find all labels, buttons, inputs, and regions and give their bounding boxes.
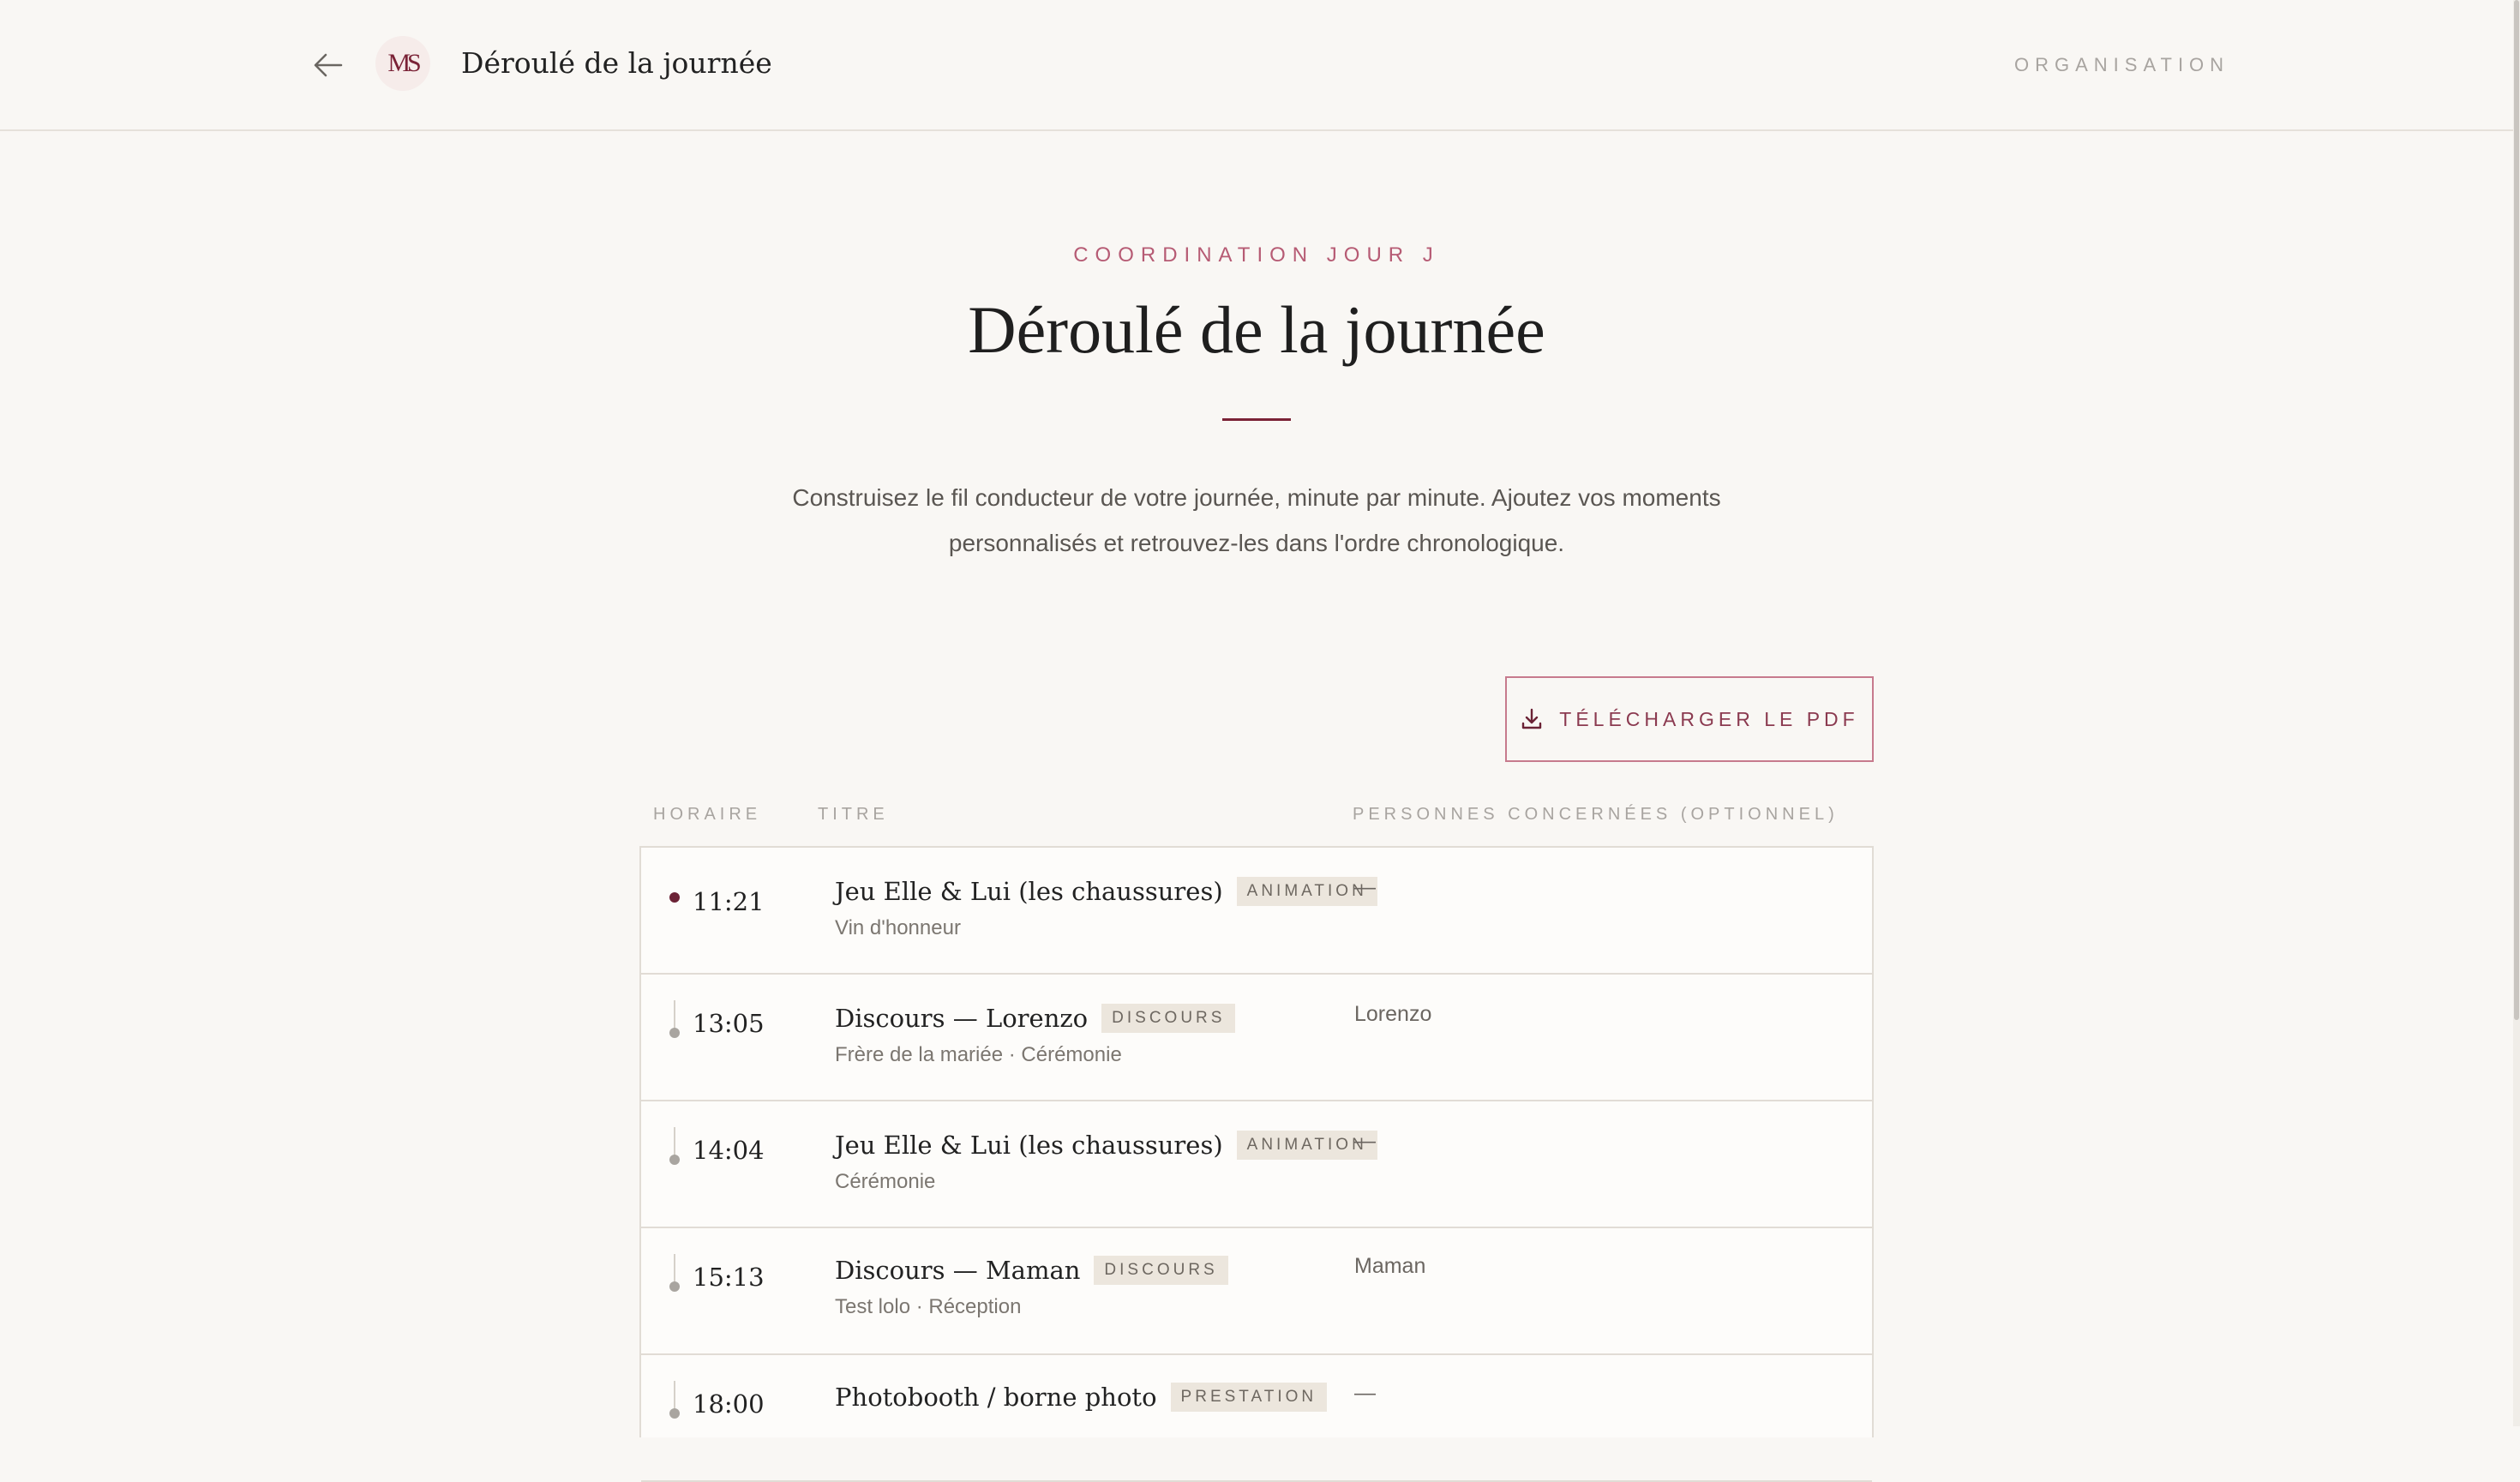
row-title: Jeu Elle & Lui (les chaussures)	[835, 877, 1223, 906]
timeline-dot	[669, 1408, 680, 1419]
logo: MS	[375, 36, 430, 91]
timeline-dot	[669, 1155, 680, 1165]
row-time: 11:21	[693, 887, 765, 916]
category-tag: DISCOURS	[1101, 1004, 1236, 1033]
timeline-dot	[669, 1028, 680, 1038]
download-pdf-label: TÉLÉCHARGER LE PDF	[1559, 707, 1859, 730]
row-title: Discours — Lorenzo	[835, 1004, 1089, 1033]
column-header-persons: PERSONNES CONCERNÉES (OPTIONNEL)	[1353, 805, 1839, 824]
category-tag: PRESTATION	[1170, 1383, 1328, 1412]
row-persons: —	[1354, 1129, 1376, 1153]
timeline-connector	[674, 1000, 675, 1029]
timeline-connector	[674, 1381, 675, 1410]
header-title: Déroulé de la journée	[461, 46, 772, 80]
row-title-group: Discours — Maman DISCOURS	[835, 1256, 1228, 1285]
row-time: 15:13	[693, 1263, 765, 1292]
page-title: Déroulé de la journée	[968, 292, 1545, 367]
row-title-group: Jeu Elle & Lui (les chaussures) ANIMATIO…	[835, 877, 1377, 906]
table-row[interactable]: 15:13 Discours — Maman DISCOURS Test lol…	[641, 1228, 1872, 1355]
row-time: 13:05	[693, 1009, 765, 1038]
page-scrollbar[interactable]	[2513, 0, 2520, 1426]
row-title: Photobooth / borne photo	[835, 1383, 1157, 1412]
row-title: Jeu Elle & Lui (les chaussures)	[835, 1131, 1223, 1160]
row-persons: Lorenzo	[1354, 1002, 1432, 1026]
category-tag: DISCOURS	[1094, 1256, 1228, 1285]
row-title-group: Discours — Lorenzo DISCOURS	[835, 1004, 1236, 1033]
row-subtitle: Test lolo · Réception	[835, 1295, 1022, 1318]
table-row[interactable]: 11:21 Jeu Elle & Lui (les chaussures) AN…	[641, 848, 1872, 975]
timeline-connector	[674, 1254, 675, 1283]
row-persons: —	[1354, 875, 1376, 899]
row-subtitle: Frère de la mariée · Cérémonie	[835, 1043, 1122, 1066]
top-bar: MS Déroulé de la journée ORGANISATION	[0, 0, 2513, 131]
column-header-time: HORAIRE	[653, 805, 762, 824]
row-title: Discours — Maman	[835, 1256, 1081, 1285]
column-header-title: TITRE	[818, 805, 889, 824]
row-subtitle: Vin d'honneur	[835, 916, 961, 939]
intro-description: Construisez le fil conducteur de votre j…	[792, 484, 1721, 556]
back-button[interactable]	[310, 48, 345, 82]
scrollbar-thumb[interactable]	[2514, 0, 2519, 1020]
table-row[interactable]: 14:04 Jeu Elle & Lui (les chaussures) AN…	[641, 1101, 1872, 1228]
download-icon	[1522, 708, 1542, 729]
timeline-dot-active	[669, 892, 680, 903]
timeline-dot	[669, 1281, 680, 1292]
table-row[interactable]: 18:00 Photobooth / borne photo PRESTATIO…	[641, 1355, 1872, 1482]
title-divider	[1222, 418, 1291, 421]
arrow-left-icon	[314, 53, 343, 77]
timeline-connector	[674, 1127, 675, 1156]
logo-text: MS	[387, 49, 421, 77]
row-persons: —	[1354, 1381, 1376, 1405]
table-row[interactable]: 13:05 Discours — Lorenzo DISCOURS Frère …	[641, 975, 1872, 1101]
row-time: 18:00	[693, 1389, 765, 1419]
row-time: 14:04	[693, 1136, 765, 1165]
row-persons: Maman	[1354, 1254, 1426, 1278]
timeline-table: 11:21 Jeu Elle & Lui (les chaussures) AN…	[639, 846, 1874, 1482]
download-pdf-button[interactable]: TÉLÉCHARGER LE PDF	[1505, 676, 1874, 762]
row-title-group: Photobooth / borne photo PRESTATION	[835, 1383, 1328, 1412]
row-title-group: Jeu Elle & Lui (les chaussures) ANIMATIO…	[835, 1131, 1377, 1160]
row-subtitle: Cérémonie	[835, 1170, 936, 1193]
organisation-link[interactable]: ORGANISATION	[2014, 54, 2229, 76]
section-eyebrow: COORDINATION JOUR J	[1073, 243, 1440, 267]
